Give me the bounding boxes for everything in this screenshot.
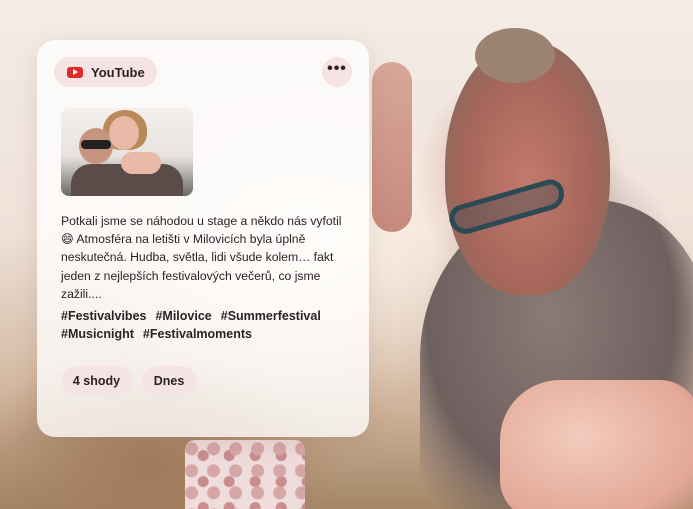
more-options-button[interactable]: ••• xyxy=(322,57,352,87)
hashtag[interactable]: #Musicnight xyxy=(61,327,134,341)
background-hand xyxy=(500,380,693,509)
hashtag[interactable]: #Festivalvibes xyxy=(61,309,146,323)
source-label: YouTube xyxy=(91,64,145,80)
social-post-card: YouTube ••• Potkali jsme se náhodou u st… xyxy=(37,40,369,437)
hashtag[interactable]: #Festivalmoments xyxy=(143,327,252,341)
background-raised-arm xyxy=(372,62,412,232)
youtube-icon xyxy=(67,66,83,78)
matches-chip[interactable]: 4 shody xyxy=(61,366,132,396)
hashtag[interactable]: #Summerfestival xyxy=(221,309,321,323)
more-horizontal-icon: ••• xyxy=(327,60,347,77)
source-badge[interactable]: YouTube xyxy=(54,57,157,87)
post-text: Potkali jsme se náhodou u stage a někdo … xyxy=(61,214,342,301)
background-skirt xyxy=(185,440,305,509)
background-hair-bun xyxy=(475,28,555,83)
date-chip: Dnes xyxy=(142,366,196,396)
hashtag-list: #Festivalvibes #Milovice #Summerfestival #… xyxy=(61,308,351,343)
hashtag[interactable]: #Milovice xyxy=(155,309,211,323)
post-thumbnail[interactable] xyxy=(61,108,193,196)
